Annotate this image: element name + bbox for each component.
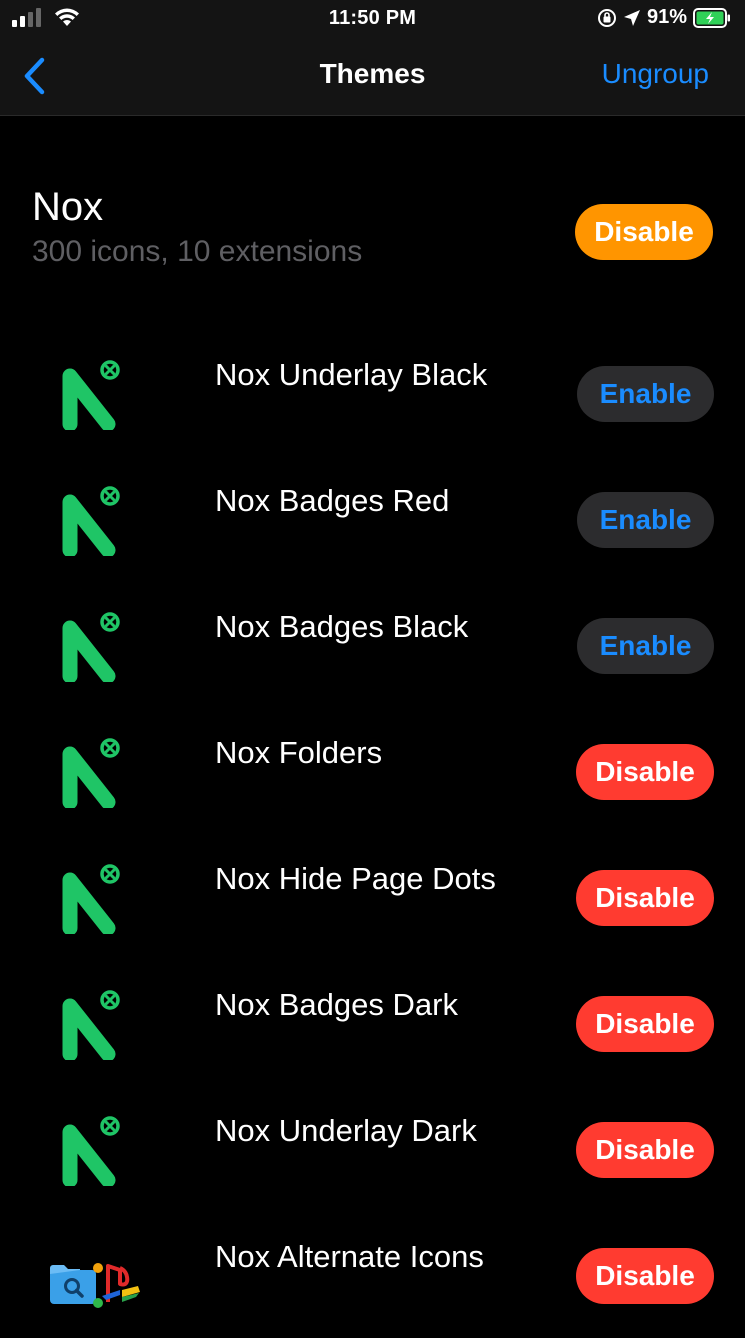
alternate-icons-preview-icon xyxy=(50,1263,140,1308)
nox-icon xyxy=(62,612,120,682)
list-item: Nox Badges Red Enable xyxy=(0,456,745,582)
theme-group-header: Nox 300 icons, 10 extensions Disable xyxy=(0,115,745,315)
enable-button[interactable]: Enable xyxy=(577,366,714,422)
disable-button[interactable]: Disable xyxy=(576,1122,714,1178)
enable-button[interactable]: Enable xyxy=(577,618,714,674)
status-bar: 11:50 PM 91% xyxy=(0,0,745,36)
orientation-lock-icon xyxy=(597,8,616,27)
navigation-bar: Themes Ungroup xyxy=(0,36,745,116)
nox-icon xyxy=(62,738,120,808)
theme-name: Nox Badges Red xyxy=(215,483,450,518)
theme-name: Nox Folders xyxy=(215,735,383,770)
theme-name: Nox Hide Page Dots xyxy=(215,861,496,896)
list-item: Nox Alternate Icons Disable xyxy=(0,1212,745,1338)
battery-icon xyxy=(693,7,730,28)
theme-name: Nox Underlay Dark xyxy=(215,1113,477,1148)
ungroup-button[interactable]: Ungroup xyxy=(602,58,709,90)
list-item: Nox Badges Dark Disable xyxy=(0,960,745,1086)
group-disable-button[interactable]: Disable xyxy=(575,204,713,260)
theme-name: Nox Badges Dark xyxy=(215,987,458,1022)
list-item: Nox Badges Black Enable xyxy=(0,582,745,708)
list-item: Nox Folders Disable xyxy=(0,708,745,834)
nox-icon xyxy=(62,360,120,430)
location-icon xyxy=(623,9,640,26)
disable-button[interactable]: Disable xyxy=(576,1248,714,1304)
group-title: Nox xyxy=(32,185,104,229)
disable-button[interactable]: Disable xyxy=(576,744,714,800)
list-item: Nox Underlay Black Enable xyxy=(0,330,745,456)
theme-name: Nox Underlay Black xyxy=(215,357,488,392)
disable-button[interactable]: Disable xyxy=(576,996,714,1052)
nox-icon xyxy=(62,486,120,556)
list-item: Nox Underlay Dark Disable xyxy=(0,1086,745,1212)
nox-icon xyxy=(62,1116,120,1186)
battery-percent: 91% xyxy=(646,6,687,28)
enable-button[interactable]: Enable xyxy=(577,492,714,548)
group-subtitle: 300 icons, 10 extensions xyxy=(32,235,363,268)
nox-icon xyxy=(62,990,120,1060)
disable-button[interactable]: Disable xyxy=(576,870,714,926)
list-item: Nox Hide Page Dots Disable xyxy=(0,834,745,960)
theme-name: Nox Alternate Icons xyxy=(215,1239,484,1274)
nox-icon xyxy=(62,864,120,934)
theme-list: Nox Underlay Black Enable Nox Badges Red… xyxy=(0,330,745,1338)
theme-name: Nox Badges Black xyxy=(215,609,469,644)
